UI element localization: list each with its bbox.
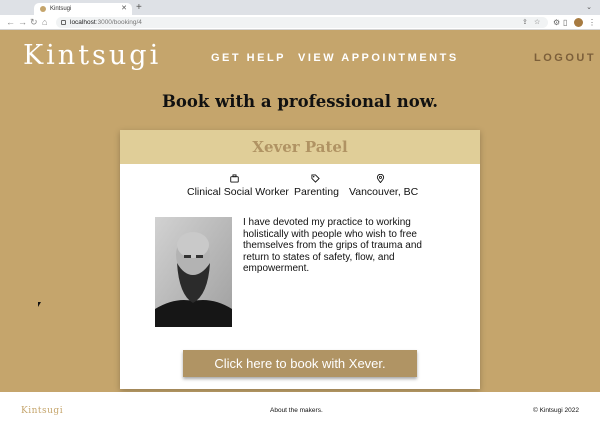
map-pin-icon [376,174,385,183]
share-icon[interactable]: ⇪ [522,17,528,28]
bookmark-star-icon[interactable]: ☆ [534,17,540,28]
nav-view-appointments[interactable]: VIEW APPOINTMENTS [298,52,459,64]
browser-tab[interactable]: Kintsugi ✕ [34,3,132,15]
address-bar[interactable]: localhost:3000/booking/4 ⇪ ☆ [56,17,548,28]
site-info-icon[interactable] [61,20,66,25]
card-header: Xever Patel [120,130,480,164]
forward-icon[interactable]: → [18,16,27,28]
book-button[interactable]: Click here to book with Xever. [183,350,417,377]
page-heading: Book with a professional now. [161,92,439,111]
menu-icon[interactable]: ⋮ [588,17,596,28]
tag-icon [311,174,320,183]
profile-avatar[interactable] [574,18,583,27]
site-logo[interactable]: Kintsugi [23,39,161,73]
footer-logo[interactable]: Kintsugi [21,405,63,417]
tab-title: Kintsugi [50,6,72,12]
professional-photo [155,217,232,327]
professional-card: Xever Patel Clinical Social Worker Paren… [120,130,480,389]
new-tab-icon[interactable]: + [136,3,142,13]
browser-toolbar: ← → ↻ ⌂ localhost:3000/booking/4 ⇪ ☆ ⚙ ▯… [0,15,600,30]
briefcase-icon [230,174,239,183]
favicon-icon [40,6,46,12]
logout-link[interactable]: LOGOUT [534,52,596,64]
back-icon[interactable]: ← [6,16,15,28]
url-text: localhost:3000/booking/4 [70,19,142,26]
mouse-cursor-icon [38,302,41,307]
copyright-text: © Kintsugi 2022 [533,407,579,414]
professional-bio: I have devoted my practice to working ho… [243,217,422,275]
specialty-text: Parenting [294,186,339,198]
extensions-icon[interactable]: ⚙ [553,17,560,28]
professional-name: Xever Patel [252,138,348,156]
site-footer: Kintsugi About the makers. © Kintsugi 20… [0,392,600,446]
reload-icon[interactable]: ↻ [30,16,38,28]
home-icon[interactable]: ⌂ [42,16,47,28]
sidepanel-icon[interactable]: ▯ [563,17,567,28]
about-makers-link[interactable]: About the makers. [270,406,323,416]
location-text: Vancouver, BC [349,186,419,198]
profession-text: Clinical Social Worker [187,186,289,198]
nav-get-help[interactable]: GET HELP [211,52,286,64]
tab-search-icon[interactable]: ⌄ [586,3,592,13]
tab-close-icon[interactable]: ✕ [121,4,127,14]
browser-tabstrip: Kintsugi ✕ + ⌄ [0,0,600,15]
